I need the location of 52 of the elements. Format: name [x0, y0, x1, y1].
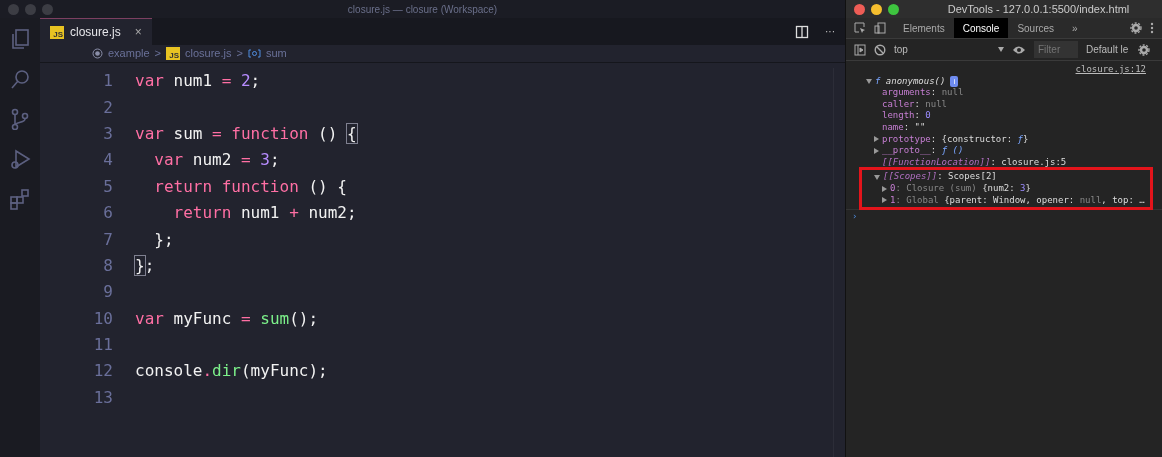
- code-line: };: [135, 254, 155, 277]
- code-line: };: [153, 228, 174, 251]
- devtools-tab[interactable]: Console: [953, 18, 1009, 38]
- line-number: 4: [102, 149, 114, 172]
- breadcrumb-separator: >: [236, 46, 243, 62]
- tab-label: closure.js: [70, 24, 121, 41]
- line-number: 2: [102, 96, 114, 119]
- line-number: 3: [102, 122, 114, 145]
- window-title: DevTools - 127.0.0.1:5500/index.html: [946, 1, 1130, 17]
- property-entry[interactable]: 1: Global {parent: Window, opener: null, top: …: [890, 194, 1145, 207]
- line-number: 9: [102, 281, 114, 304]
- context-dropdown[interactable]: top: [894, 42, 1004, 57]
- property-entry[interactable]: __proto__: ƒ (): [882, 145, 964, 157]
- devtools-tab[interactable]: Sources: [1008, 18, 1064, 38]
- property-entry[interactable]: [[FunctionLocation]]: closure.js:5: [882, 156, 1067, 169]
- line-number: 8: [102, 254, 114, 277]
- code-line: return num1 + num2;: [172, 202, 357, 225]
- line-number: 7: [102, 228, 114, 251]
- line-number: 10: [92, 307, 114, 330]
- property-entry[interactable]: [[Scopes]]: Scopes[2]: [883, 171, 997, 183]
- code-line: var num2 = 3;: [153, 149, 280, 172]
- close-button[interactable]: ×: [134, 23, 142, 41]
- breadcrumb-separator: >: [154, 46, 161, 62]
- code-line: var myFunc = sum();: [135, 307, 319, 330]
- js-file-icon: JS: [166, 47, 180, 60]
- code-line: console.dir(myFunc);: [135, 360, 328, 383]
- line-number: 5: [102, 175, 114, 198]
- code-line: var num1 = 2;: [135, 70, 261, 93]
- property-entry[interactable]: name: "": [882, 121, 926, 134]
- property-entry[interactable]: 0: Closure (sum) {num2: 3}: [890, 182, 1031, 195]
- code-line: return function () {: [153, 175, 347, 198]
- more-tabs-button[interactable]: »: [1063, 18, 1087, 38]
- property-entry[interactable]: arguments: null: [882, 87, 964, 99]
- devtools-tab[interactable]: Elements: [894, 18, 954, 38]
- more-actions-button[interactable]: ···: [825, 18, 835, 45]
- property-entry[interactable]: length: 0: [882, 110, 931, 122]
- window-title: closure.js — closure (Workspace): [347, 2, 498, 17]
- line-number: 11: [92, 334, 114, 357]
- line-number: 1: [102, 70, 114, 93]
- line-number: 6: [102, 202, 114, 225]
- line-number: 13: [92, 386, 114, 409]
- property-entry[interactable]: caller: null: [882, 98, 948, 111]
- levels-dropdown[interactable]: Default le: [1086, 42, 1130, 57]
- property-entry[interactable]: prototype: {constructor: ƒ}: [882, 133, 1029, 146]
- code-line: var sum = function () {: [135, 122, 357, 145]
- js-file-icon: JS: [50, 25, 64, 39]
- console-prompt[interactable]: ›: [852, 210, 858, 223]
- line-number: 12: [92, 360, 114, 383]
- filter-field[interactable]: Filter: [1034, 41, 1078, 58]
- source-link[interactable]: closure.js:12: [1075, 64, 1146, 76]
- function-entry[interactable]: f anonymous(): [875, 75, 946, 88]
- editor-tab[interactable]: JS closure.js ×: [40, 18, 152, 45]
